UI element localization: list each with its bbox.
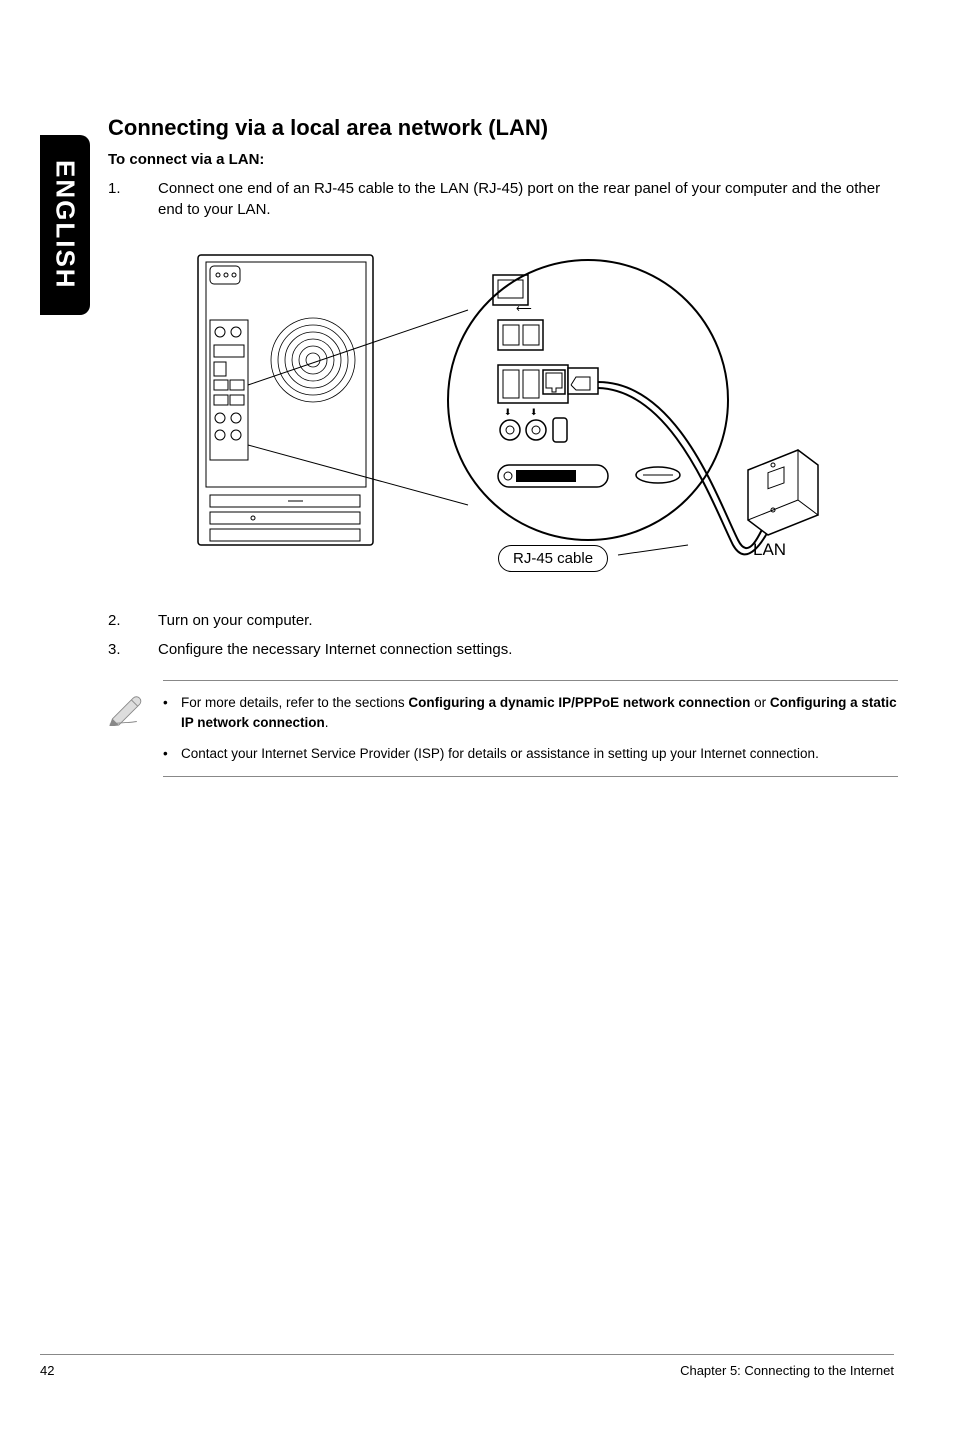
note-text: For more details, refer to the sections … bbox=[181, 693, 898, 734]
step-1: 1. Connect one end of an RJ-45 cable to … bbox=[108, 178, 898, 220]
connection-diagram: ⟵ ⬇ ⬇ bbox=[158, 250, 838, 580]
subtitle: To connect via a LAN: bbox=[108, 151, 898, 168]
step-2: 2. Turn on your computer. bbox=[108, 610, 898, 631]
note-item: • For more details, refer to the section… bbox=[163, 693, 898, 734]
step-text: Turn on your computer. bbox=[158, 610, 898, 631]
main-content: Connecting via a local area network (LAN… bbox=[108, 115, 898, 777]
svg-text:⬇: ⬇ bbox=[530, 407, 538, 417]
svg-text:⟵: ⟵ bbox=[516, 303, 532, 315]
section-title: Connecting via a local area network (LAN… bbox=[108, 115, 898, 141]
cable-label: RJ-45 cable bbox=[498, 545, 608, 572]
note-block: • For more details, refer to the section… bbox=[108, 680, 898, 777]
page-number: 42 bbox=[40, 1363, 54, 1378]
note-content: • For more details, refer to the section… bbox=[163, 680, 898, 777]
note-text: Contact your Internet Service Provider (… bbox=[181, 744, 898, 764]
language-tab: ENGLISH bbox=[40, 135, 90, 315]
bullet: • bbox=[163, 693, 181, 734]
step-text: Configure the necessary Internet connect… bbox=[158, 639, 898, 660]
step-number: 2. bbox=[108, 610, 158, 631]
lan-label: LAN bbox=[753, 540, 786, 560]
bullet: • bbox=[163, 744, 181, 764]
note-item: • Contact your Internet Service Provider… bbox=[163, 744, 898, 764]
step-3: 3. Configure the necessary Internet conn… bbox=[108, 639, 898, 660]
page-footer: 42 Chapter 5: Connecting to the Internet bbox=[40, 1354, 894, 1378]
step-text: Connect one end of an RJ-45 cable to the… bbox=[158, 178, 898, 220]
chapter-label: Chapter 5: Connecting to the Internet bbox=[680, 1363, 894, 1378]
step-number: 3. bbox=[108, 639, 158, 660]
step-number: 1. bbox=[108, 178, 158, 220]
pencil-icon bbox=[108, 680, 153, 777]
svg-text:⬇: ⬇ bbox=[504, 407, 512, 417]
